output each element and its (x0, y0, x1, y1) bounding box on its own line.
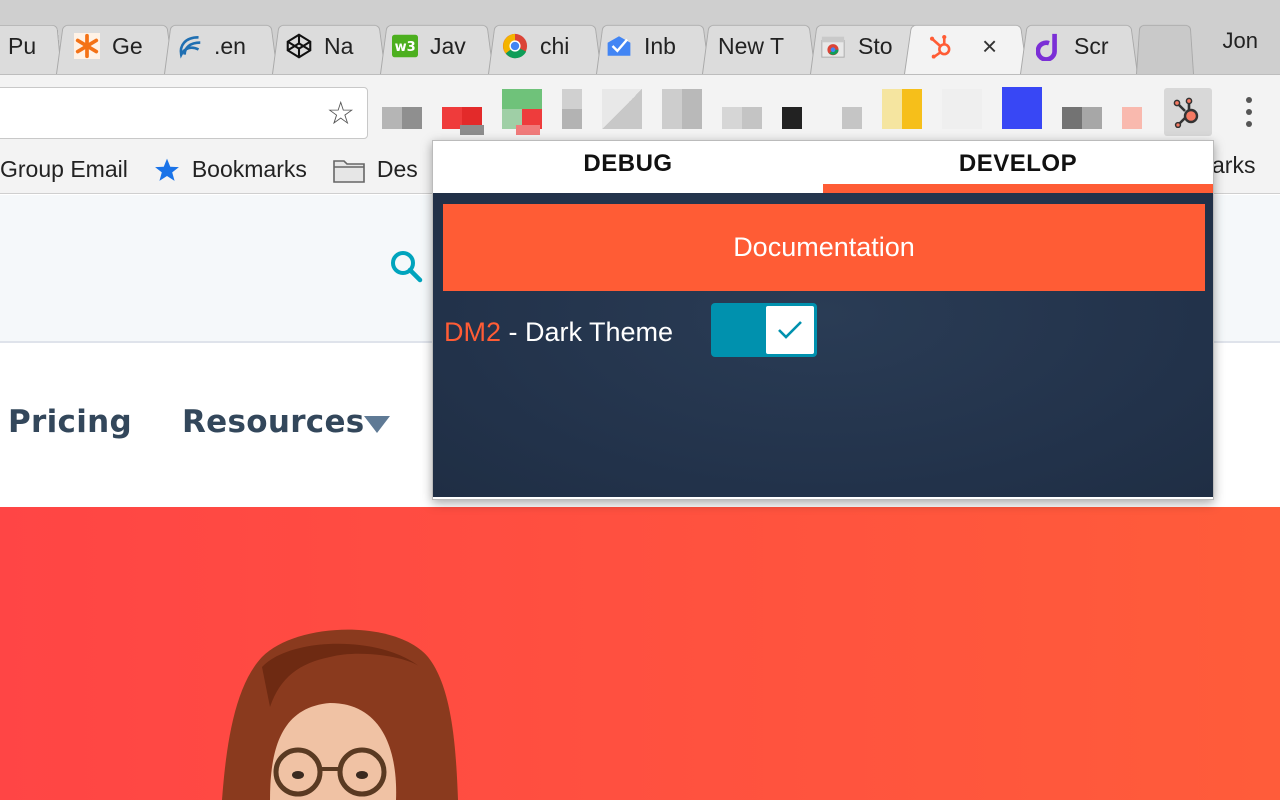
popup-panel: Documentation DM2 - Dark Theme (433, 193, 1213, 497)
bookmark-label: Des (376, 156, 418, 182)
new-tab-button[interactable] (1136, 24, 1194, 74)
svg-text:w3: w3 (395, 40, 416, 55)
tab-6-label: chi (540, 32, 570, 59)
hero-banner (0, 507, 1280, 800)
theme-label: - Dark Theme (501, 317, 674, 347)
tab-7-label: Inb (644, 32, 676, 59)
tab-3-content: .en (176, 22, 260, 70)
tab-9-content: Sto (820, 22, 900, 70)
hubspot-icon (928, 33, 954, 59)
folder-icon (333, 157, 365, 183)
tab-2-label: Ge (112, 32, 143, 59)
extension-icon[interactable] (782, 107, 802, 129)
tab-7-content: Inb (606, 22, 684, 70)
tab-11-label: Scr (1074, 32, 1109, 59)
extension-icon[interactable] (662, 89, 702, 129)
bookmark-star-icon[interactable]: ☆ (326, 96, 355, 130)
dark-theme-toggle[interactable] (711, 303, 817, 357)
check-icon (778, 321, 802, 339)
tab-2-content: Ge (74, 22, 148, 70)
chrome-icon (502, 33, 528, 59)
bookmark-label: Bookmarks (191, 156, 307, 182)
extension-icon[interactable] (382, 107, 422, 129)
tab-10-content: × (928, 22, 1020, 70)
tab-11-content: Scr (1036, 22, 1116, 70)
chevron-down-icon[interactable] (364, 416, 390, 433)
browser-tab-strip: Pu Ge .en Na w3 Jav chi Inb New T Sto × … (0, 0, 1280, 74)
hero-person-image (222, 629, 458, 800)
tab-develop[interactable]: DEVELOP (823, 141, 1213, 193)
drop-icon (1036, 33, 1062, 61)
tab-8-label: New T (718, 32, 785, 59)
close-tab-icon[interactable]: × (982, 31, 997, 62)
extension-icon[interactable] (1062, 107, 1102, 129)
toggle-knob (764, 304, 816, 356)
hubspot-extension-button[interactable] (1164, 88, 1212, 136)
bookmark-bookmarks[interactable]: Bookmarks (154, 156, 307, 183)
hubspot-sprocket-icon (1173, 97, 1199, 128)
other-bookmarks[interactable]: arks (1212, 152, 1255, 179)
bookmark-label: Group Email (0, 156, 128, 182)
inbox-icon (606, 33, 632, 59)
extension-popup: DEBUG DEVELOP Documentation DM2 - Dark T… (432, 140, 1214, 500)
nav-pricing[interactable]: Pricing (8, 404, 132, 440)
tab-3-label: .en (214, 32, 246, 59)
extension-icon[interactable] (882, 89, 922, 129)
extension-icon[interactable] (602, 89, 642, 129)
extension-icon[interactable] (942, 89, 982, 129)
tab-5-label: Jav (430, 32, 466, 59)
tab-1-label: Pu (8, 32, 37, 59)
nav-resources[interactable]: Resources (182, 404, 365, 440)
dark-theme-label: DM2 - Dark Theme (444, 317, 673, 348)
tab-9-label: Sto (858, 32, 893, 59)
tab-6-content: chi (502, 22, 576, 70)
browser-toolbar: ☆ (0, 74, 1280, 146)
popup-tabs: DEBUG DEVELOP (433, 141, 1213, 193)
extension-icon[interactable] (1002, 87, 1042, 129)
asterisk-icon (74, 33, 100, 59)
search-icon[interactable] (388, 248, 424, 289)
codepen-icon (286, 33, 312, 59)
browser-menu-icon[interactable] (1246, 97, 1254, 127)
tab-5-content: w3 Jav (392, 22, 468, 70)
extension-icon[interactable] (1122, 107, 1142, 129)
webstore-icon (820, 33, 846, 59)
bookmark-folder[interactable]: Des (333, 156, 418, 183)
extension-badge (460, 125, 484, 135)
extension-icon[interactable] (842, 107, 862, 129)
profile-name[interactable]: Jon (1223, 28, 1258, 54)
bookmark-group-email[interactable]: Group Email (0, 156, 128, 183)
extension-icon[interactable] (722, 107, 762, 129)
extension-badge (516, 125, 540, 135)
tab-4-label: Na (324, 32, 354, 59)
tab-4-content: Na (286, 22, 362, 70)
address-bar[interactable]: ☆ (0, 87, 368, 139)
extension-icon[interactable] (562, 89, 582, 129)
tab-1-content: Pu (8, 22, 48, 70)
tab-8-content: New T (718, 22, 792, 70)
tab-debug[interactable]: DEBUG (433, 141, 823, 193)
wave-icon (176, 33, 202, 59)
theme-code: DM2 (444, 317, 502, 347)
documentation-button[interactable]: Documentation (443, 204, 1205, 291)
star-icon (154, 157, 180, 183)
w3-icon: w3 (392, 33, 418, 59)
